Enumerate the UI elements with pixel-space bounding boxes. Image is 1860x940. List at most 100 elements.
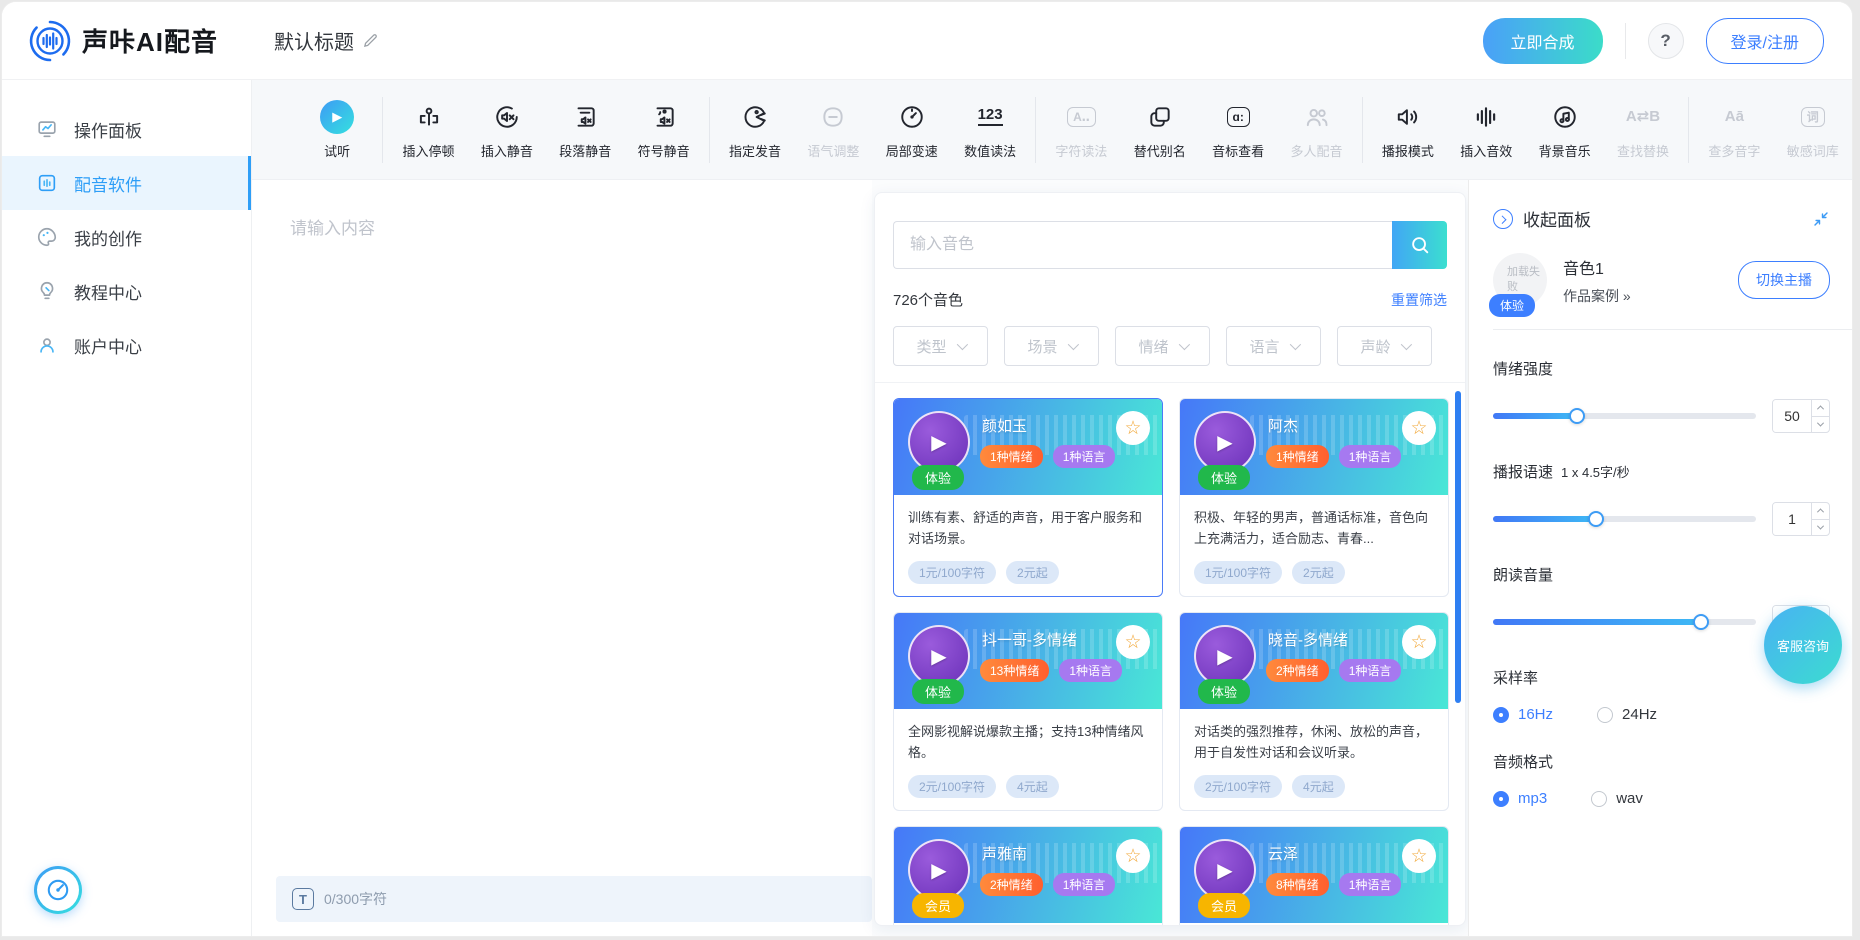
- voice-card[interactable]: ▶ 阿杰 1种情绪 1种语言 体验 ☆ 积极、年轻的男声，普通话标准，音: [1179, 398, 1449, 597]
- assistant-widget[interactable]: [34, 866, 82, 914]
- toolbar-item-insert-silence[interactable]: 插入静音: [468, 100, 546, 160]
- audio-format-mp3-radio[interactable]: mp3: [1493, 790, 1547, 807]
- sample-rate-24hz-radio[interactable]: 24Hz: [1597, 706, 1657, 723]
- reset-filters-link[interactable]: 重置筛选: [1391, 290, 1447, 310]
- toolbar-item-insert-sfx[interactable]: 插入音效: [1447, 100, 1525, 160]
- chevron-down-icon: [1400, 339, 1411, 350]
- voice-search-input[interactable]: [893, 221, 1392, 269]
- toolbar-item-tone-adjust[interactable]: 语气调整: [794, 100, 872, 160]
- toolbar-item-multi-voice[interactable]: 多人配音: [1277, 100, 1355, 160]
- emotion-intensity-value[interactable]: [1773, 400, 1811, 432]
- voice-avatar-play-icon[interactable]: ▶: [908, 625, 970, 687]
- switch-voice-button[interactable]: 切换主播: [1738, 261, 1830, 299]
- toolbar-item-local-speed[interactable]: 局部变速: [873, 100, 951, 160]
- chevron-down-icon: [956, 339, 967, 350]
- decrement-button[interactable]: [1812, 519, 1829, 536]
- sample-rate-label: 采样率: [1493, 667, 1538, 688]
- voice-description: 全网影视解说爆款主播；支持13种情绪风格。: [908, 721, 1148, 765]
- sidebar-item-tutorial-center[interactable]: 教程中心: [2, 264, 251, 318]
- voice-list-scrollbar[interactable]: [1455, 391, 1461, 703]
- toolbar-item-broadcast-mode[interactable]: 播报模式: [1369, 100, 1447, 160]
- toolbar-item-character-reading[interactable]: A‥ 字符读法: [1042, 100, 1120, 160]
- toolbar-item-specify-pronunciation[interactable]: 指定发音: [716, 100, 794, 160]
- toolbar-divider: [709, 97, 710, 163]
- toolbar-item-alias[interactable]: 替代别名: [1121, 100, 1199, 160]
- favorite-star-button[interactable]: ☆: [1116, 839, 1150, 873]
- filter-language[interactable]: 语言: [1226, 326, 1321, 366]
- sidebar-item-dashboard[interactable]: 操作面板: [2, 102, 251, 156]
- voice-card[interactable]: ▶ 颜如玉 1种情绪 1种语言 体验 ☆ 训练有素、舒适的声音，用于客户: [893, 398, 1163, 597]
- decrement-button[interactable]: [1812, 416, 1829, 433]
- toolbar-item-sensitive-words[interactable]: 词 敏感词库: [1774, 100, 1852, 160]
- toolbar-item-symbol-silence[interactable]: 符号静音: [624, 100, 702, 160]
- filter-emotion[interactable]: 情绪: [1115, 326, 1210, 366]
- slider-thumb[interactable]: [1693, 614, 1709, 630]
- toolbar-divider: [1035, 97, 1036, 163]
- current-voice-name: 音色1: [1563, 255, 1631, 279]
- toolbar-item-background-music[interactable]: 背景音乐: [1525, 100, 1603, 160]
- toolbar-item-phonetic-view[interactable]: ɑ: 音标查看: [1199, 100, 1277, 160]
- synthesize-button[interactable]: 立即合成: [1483, 18, 1603, 64]
- compress-panel-icon[interactable]: [1812, 210, 1830, 228]
- toolbar-item-listen[interactable]: ▶ 试听: [298, 100, 376, 160]
- account-icon: [36, 334, 58, 356]
- voice-avatar-play-icon[interactable]: ▶: [1194, 625, 1256, 687]
- login-register-button[interactable]: 登录/注册: [1706, 18, 1824, 64]
- collapse-panel-icon[interactable]: [1493, 209, 1513, 229]
- sidebar-item-dubbing-software[interactable]: 配音软件: [2, 156, 251, 210]
- increment-button[interactable]: [1812, 503, 1829, 519]
- works-example-link[interactable]: 作品案例 »: [1563, 286, 1631, 306]
- voice-avatar-play-icon[interactable]: ▶: [1194, 411, 1256, 473]
- sample-rate-16hz-radio[interactable]: 16Hz: [1493, 706, 1553, 723]
- favorite-star-button[interactable]: ☆: [1402, 411, 1436, 445]
- voice-card[interactable]: ▶ 云泽 8种情绪 1种语言 会员 ☆: [1179, 826, 1449, 926]
- toolbar-item-insert-pause[interactable]: 插入停顿: [389, 100, 467, 160]
- audio-format-wav-radio[interactable]: wav: [1591, 790, 1643, 807]
- logo-text: 声咔AI配音: [82, 22, 218, 59]
- toolbar-item-number-reading[interactable]: 123 数值读法: [951, 100, 1029, 160]
- help-button[interactable]: ?: [1648, 23, 1684, 59]
- voice-avatar-play-icon[interactable]: ▶: [908, 839, 970, 901]
- emotion-intensity-label: 情绪强度: [1493, 358, 1553, 379]
- voice-card[interactable]: ▶ 抖一哥-多情绪 13种情绪 1种语言 体验 ☆ 全网影视解说爆款主播: [893, 612, 1163, 811]
- toolbar-item-find-replace[interactable]: A⇄B 查找替换: [1604, 100, 1682, 160]
- toolbar-item-paragraph-silence[interactable]: 段落静音: [546, 100, 624, 160]
- script-input[interactable]: [252, 180, 872, 866]
- sidebar-item-account-center[interactable]: 账户中心: [2, 318, 251, 372]
- filter-scene[interactable]: 场景: [1004, 326, 1099, 366]
- favorite-star-button[interactable]: ☆: [1116, 411, 1150, 445]
- play-icon: ▶: [320, 100, 354, 134]
- increment-button[interactable]: [1812, 400, 1829, 416]
- filter-type[interactable]: 类型: [893, 326, 988, 366]
- slider-thumb[interactable]: [1569, 408, 1585, 424]
- document-title: 默认标题: [274, 26, 379, 55]
- customer-support-button[interactable]: 客服咨询: [1764, 606, 1842, 684]
- document-title-text: 默认标题: [274, 26, 354, 55]
- toolbar-item-polyphone-check[interactable]: Aā 查多音字: [1695, 100, 1773, 160]
- emotion-badge: 2种情绪: [1266, 659, 1329, 682]
- chevron-down-icon: [1067, 339, 1078, 350]
- favorite-star-button[interactable]: ☆: [1402, 839, 1436, 873]
- voice-avatar-play-icon[interactable]: ▶: [908, 411, 970, 473]
- edit-title-icon[interactable]: [362, 32, 379, 49]
- voice-avatar-play-icon[interactable]: ▶: [1194, 839, 1256, 901]
- radio-dot-icon: [1493, 791, 1509, 807]
- chevron-down-icon: [1178, 339, 1189, 350]
- reading-volume-slider[interactable]: [1493, 619, 1756, 625]
- char-read-icon: A‥: [1067, 100, 1096, 134]
- slider-thumb[interactable]: [1588, 511, 1604, 527]
- voice-card[interactable]: ▶ 晓音-多情绪 2种情绪 1种语言 体验 ☆ 对话类的强烈推荐，休闲、: [1179, 612, 1449, 811]
- filter-voice-age[interactable]: 声龄: [1337, 326, 1432, 366]
- favorite-star-button[interactable]: ☆: [1402, 625, 1436, 659]
- collapse-panel-label[interactable]: 收起面板: [1523, 206, 1591, 231]
- voice-name: 抖一哥-多情绪: [982, 629, 1077, 650]
- speech-speed-value[interactable]: [1773, 503, 1811, 535]
- favorite-star-button[interactable]: ☆: [1116, 625, 1150, 659]
- sidebar-item-my-creations[interactable]: 我的创作: [2, 210, 251, 264]
- voice-search-button[interactable]: [1392, 221, 1447, 269]
- voice-card[interactable]: ▶ 声雅南 2种情绪 1种语言 会员 ☆: [893, 826, 1163, 926]
- price-badge: 2元/100字符: [908, 775, 996, 798]
- emotion-intensity-slider[interactable]: [1493, 413, 1756, 419]
- speech-speed-slider[interactable]: [1493, 516, 1756, 522]
- voice-count: 726个音色: [893, 289, 963, 310]
